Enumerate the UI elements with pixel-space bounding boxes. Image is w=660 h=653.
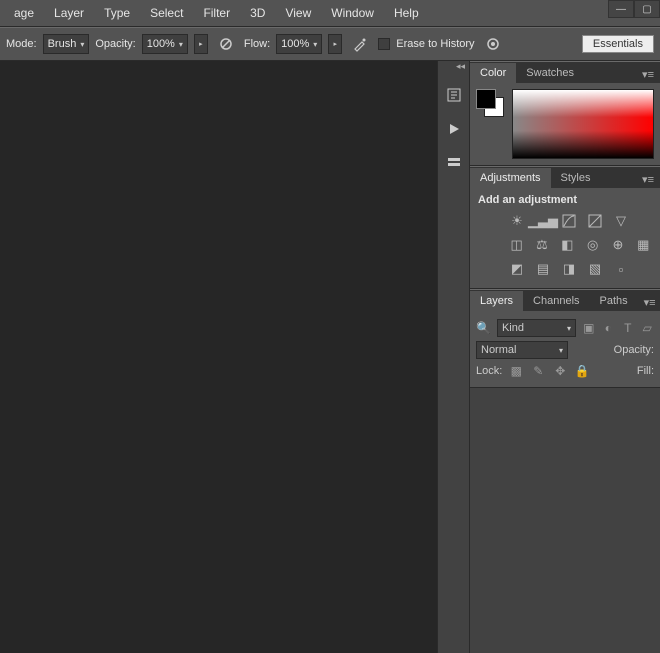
menu-3d[interactable]: 3D <box>240 2 275 24</box>
tab-swatches[interactable]: Swatches <box>516 63 584 83</box>
posterize-icon[interactable]: ▤ <box>534 260 552 278</box>
menu-select[interactable]: Select <box>140 2 193 24</box>
flow-value: 100% <box>281 38 309 50</box>
mode-value: Brush <box>48 38 77 50</box>
tab-paths[interactable]: Paths <box>590 291 638 311</box>
expand-strip-icon[interactable]: ◂◂ <box>438 61 469 75</box>
collapsed-panel-strip: ◂◂ <box>438 61 470 653</box>
menu-bar: age Layer Type Select Filter 3D View Win… <box>0 0 660 27</box>
lock-all-icon[interactable]: 🔒 <box>574 363 590 379</box>
pressure-opacity-icon[interactable] <box>214 32 238 56</box>
menu-type[interactable]: Type <box>94 2 140 24</box>
lock-position-icon[interactable]: ✥ <box>552 363 568 379</box>
minimize-button[interactable]: — <box>608 0 634 18</box>
layer-filter-value: Kind <box>502 322 524 334</box>
menu-help[interactable]: Help <box>384 2 429 24</box>
blend-mode-value: Normal <box>481 344 516 356</box>
fill-label: Fill: <box>637 365 654 377</box>
adjustments-row-2: ◫ ⚖ ◧ ◎ ⊕ ▦ <box>508 236 652 254</box>
exposure-icon[interactable] <box>586 212 604 230</box>
opacity-value-field[interactable]: 100% <box>142 34 188 54</box>
tab-layers[interactable]: Layers <box>470 291 523 311</box>
tab-channels[interactable]: Channels <box>523 291 589 311</box>
layers-panel-tabs: Layers Channels Paths ▾≡ <box>470 289 660 311</box>
layers-panel-menu-icon[interactable]: ▾≡ <box>638 294 660 311</box>
black-white-icon[interactable]: ◧ <box>559 236 576 254</box>
foreground-color-swatch[interactable] <box>476 89 496 109</box>
layers-list-area[interactable] <box>470 388 660 653</box>
canvas-area[interactable] <box>0 61 438 653</box>
maximize-button[interactable]: ▢ <box>634 0 660 18</box>
vibrance-icon[interactable]: ▽ <box>612 212 630 230</box>
tab-color[interactable]: Color <box>470 63 516 83</box>
airbrush-icon[interactable] <box>348 32 372 56</box>
layer-filter-dropdown[interactable]: Kind <box>497 319 576 337</box>
opacity-value: 100% <box>147 38 175 50</box>
filter-adjustment-icon[interactable]: ◐ <box>602 320 615 336</box>
adjustments-row-1: ☀ ▁▃▅ ▽ <box>508 212 652 230</box>
layer-opacity-label: Opacity: <box>614 344 654 356</box>
adjustments-row-3: ◩ ▤ ◨ ▧ ▫ <box>508 260 652 278</box>
erase-history-label: Erase to History <box>396 38 474 50</box>
flow-nudge[interactable]: ▸ <box>328 34 342 54</box>
menu-filter[interactable]: Filter <box>193 2 240 24</box>
content-area: ◂◂ Color Swatches ▾≡ Adjustments Styles <box>0 61 660 653</box>
adjustments-panel-tabs: Adjustments Styles ▾≡ <box>470 166 660 188</box>
pressure-size-icon[interactable] <box>481 32 505 56</box>
selective-color-icon[interactable]: ▫ <box>612 260 630 278</box>
hue-saturation-icon[interactable]: ◫ <box>508 236 525 254</box>
properties-panel-icon[interactable] <box>440 149 468 177</box>
tab-adjustments[interactable]: Adjustments <box>470 168 551 188</box>
mode-label: Mode: <box>6 38 37 50</box>
color-spectrum[interactable] <box>512 89 654 159</box>
lock-pixels-icon[interactable]: ✎ <box>530 363 546 379</box>
color-balance-icon[interactable]: ⚖ <box>533 236 550 254</box>
options-bar: Mode: Brush Opacity: 100% ▸ Flow: 100% ▸… <box>0 27 660 61</box>
mode-dropdown[interactable]: Brush <box>43 34 90 54</box>
menu-layer[interactable]: Layer <box>44 2 94 24</box>
menu-view[interactable]: View <box>275 2 321 24</box>
search-icon[interactable]: 🔍 <box>476 320 491 336</box>
color-panel-menu-icon[interactable]: ▾≡ <box>636 66 660 83</box>
channel-mixer-icon[interactable]: ⊕ <box>609 236 626 254</box>
tab-styles[interactable]: Styles <box>551 168 601 188</box>
threshold-icon[interactable]: ◨ <box>560 260 578 278</box>
right-panels: Color Swatches ▾≡ Adjustments Styles ▾≡ … <box>470 61 660 653</box>
menu-image[interactable]: age <box>4 2 44 24</box>
adjustments-panel-menu-icon[interactable]: ▾≡ <box>636 171 660 188</box>
photo-filter-icon[interactable]: ◎ <box>584 236 601 254</box>
color-panel-body <box>470 83 660 166</box>
filter-shape-icon[interactable]: ▱ <box>641 320 654 336</box>
menu-window[interactable]: Window <box>321 2 384 24</box>
workspace-button[interactable]: Essentials <box>582 35 654 53</box>
flow-label: Flow: <box>244 38 270 50</box>
color-panel-tabs: Color Swatches ▾≡ <box>470 61 660 83</box>
opacity-label: Opacity: <box>95 38 135 50</box>
flow-value-field[interactable]: 100% <box>276 34 322 54</box>
levels-icon[interactable]: ▁▃▅ <box>534 212 552 230</box>
curves-icon[interactable] <box>560 212 578 230</box>
layers-panel-controls: 🔍 Kind ▣ ◐ T ▱ Normal Opacity: Lock: ▩ ✎… <box>470 311 660 388</box>
brightness-contrast-icon[interactable]: ☀ <box>508 212 526 230</box>
lock-transparency-icon[interactable]: ▩ <box>508 363 524 379</box>
invert-icon[interactable]: ◩ <box>508 260 526 278</box>
filter-type-icon[interactable]: T <box>621 320 634 336</box>
filter-pixel-icon[interactable]: ▣ <box>582 320 595 336</box>
adjustments-heading: Add an adjustment <box>478 194 652 206</box>
actions-panel-icon[interactable] <box>440 115 468 143</box>
adjustments-panel-body: Add an adjustment ☀ ▁▃▅ ▽ ◫ ⚖ ◧ ◎ ⊕ ▦ ◩ … <box>470 188 660 289</box>
blend-mode-dropdown[interactable]: Normal <box>476 341 568 359</box>
erase-history-checkbox[interactable] <box>378 38 390 50</box>
history-panel-icon[interactable] <box>440 81 468 109</box>
opacity-nudge[interactable]: ▸ <box>194 34 208 54</box>
lock-label: Lock: <box>476 365 502 377</box>
color-lookup-icon[interactable]: ▦ <box>635 236 652 254</box>
color-swatch-pair[interactable] <box>476 89 504 117</box>
window-controls: — ▢ <box>608 0 660 18</box>
gradient-map-icon[interactable]: ▧ <box>586 260 604 278</box>
